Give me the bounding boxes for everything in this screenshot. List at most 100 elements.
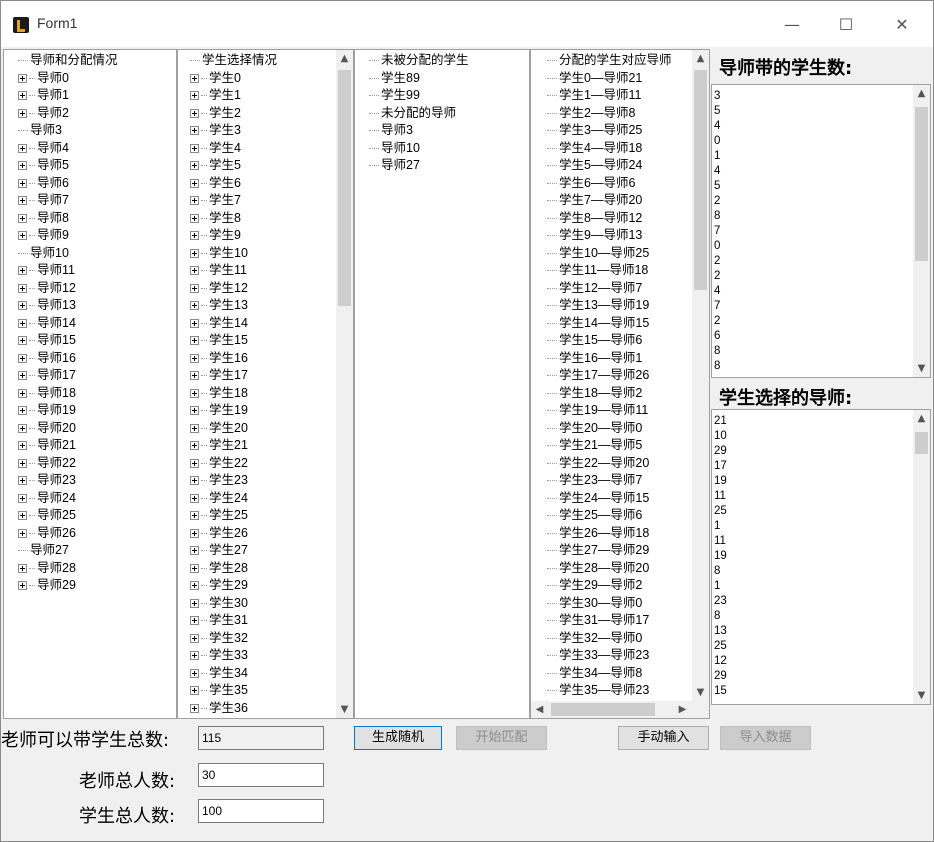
tree-node[interactable]: 学生17—导师26 — [547, 367, 672, 385]
expand-icon[interactable] — [190, 668, 199, 678]
tree-node[interactable]: 导师16 — [18, 350, 118, 368]
expand-icon[interactable] — [190, 563, 199, 573]
expand-icon[interactable] — [18, 283, 27, 293]
tree-node[interactable]: 学生26 — [190, 525, 277, 543]
expand-icon[interactable] — [190, 126, 199, 136]
scroll-right-arrow[interactable]: ▶ — [674, 701, 691, 718]
scroll-down-arrow[interactable]: ▼ — [692, 684, 709, 701]
tree-node[interactable]: 学生9 — [190, 227, 277, 245]
tree-node[interactable]: 导师29 — [18, 577, 118, 595]
memo-scrollbar[interactable]: ▲ ▼ — [913, 85, 930, 377]
tree-node[interactable]: 学生0 — [190, 70, 277, 88]
expand-icon[interactable] — [190, 248, 199, 258]
tree-node[interactable]: 学生9—导师13 — [547, 227, 672, 245]
expand-icon[interactable] — [18, 213, 27, 223]
tutor-tree-root[interactable]: 导师和分配情况 — [18, 52, 118, 70]
expand-icon[interactable] — [190, 441, 199, 451]
expand-icon[interactable] — [190, 493, 199, 503]
tutor-tree-panel[interactable]: 导师和分配情况 导师0 导师1 导师2 导师3 导师4 导师5 导师6 导师7 导师8 导师9 导师… — [3, 49, 177, 719]
tree-node[interactable]: 学生11 — [190, 262, 277, 280]
expand-icon[interactable] — [190, 318, 199, 328]
tree-node[interactable]: 学生28—导师20 — [547, 560, 672, 578]
student-tree-scrollbar[interactable]: ▲ ▼ — [336, 50, 353, 718]
close-button[interactable]: ✕ — [879, 1, 925, 47]
tree-node[interactable]: 未被分配的学生 — [369, 52, 469, 70]
expand-icon[interactable] — [190, 266, 199, 276]
student-tree-root[interactable]: 学生选择情况 — [190, 52, 277, 70]
scroll-up-arrow[interactable]: ▲ — [692, 50, 709, 67]
expand-icon[interactable] — [18, 73, 27, 83]
scroll-up-arrow[interactable]: ▲ — [913, 410, 930, 427]
assignment-tree-panel[interactable]: 分配的学生对应导师 学生0—导师21 学生1—导师11 学生2—导师8 学生3—导师2… — [530, 49, 710, 719]
expand-icon[interactable] — [190, 143, 199, 153]
expand-icon[interactable] — [18, 476, 27, 486]
expand-icon[interactable] — [18, 563, 27, 573]
tree-node[interactable]: 学生8 — [190, 210, 277, 228]
tree-node[interactable]: 学生31 — [190, 612, 277, 630]
expand-icon[interactable] — [190, 546, 199, 556]
tree-node[interactable]: 学生21—导师5 — [547, 437, 672, 455]
maximize-button[interactable]: ☐ — [823, 1, 869, 47]
tree-node[interactable]: 学生6 — [190, 175, 277, 193]
tree-node[interactable]: 学生7 — [190, 192, 277, 210]
expand-icon[interactable] — [190, 581, 199, 591]
tree-node[interactable]: 学生22 — [190, 455, 277, 473]
expand-icon[interactable] — [190, 371, 199, 381]
tutor-counts-memo[interactable]: 3 5 4 0 1 4 5 2 8 7 0 2 2 4 7 2 6 8 8 ▲ ▼ — [711, 84, 931, 378]
expand-icon[interactable] — [190, 301, 199, 311]
scroll-left-arrow[interactable]: ◀ — [531, 701, 548, 718]
tree-node[interactable]: 学生21 — [190, 437, 277, 455]
expand-icon[interactable] — [190, 458, 199, 468]
student-count-field[interactable]: 100 — [198, 799, 324, 823]
tree-node[interactable]: 导师3 — [369, 122, 469, 140]
tree-node[interactable]: 学生2—导师8 — [547, 105, 672, 123]
tree-node[interactable]: 导师5 — [18, 157, 118, 175]
tree-node[interactable]: 学生34—导师8 — [547, 665, 672, 683]
tree-node[interactable]: 学生10—导师25 — [547, 245, 672, 263]
expand-icon[interactable] — [18, 458, 27, 468]
tree-node[interactable]: 导师26 — [18, 525, 118, 543]
tree-node[interactable]: 学生12—导师7 — [547, 280, 672, 298]
expand-icon[interactable] — [18, 178, 27, 188]
scroll-down-arrow[interactable]: ▼ — [913, 360, 930, 377]
import-data-button[interactable]: 导入数据 — [720, 726, 811, 750]
tree-node[interactable]: 导师8 — [18, 210, 118, 228]
expand-icon[interactable] — [190, 423, 199, 433]
expand-icon[interactable] — [190, 476, 199, 486]
expand-icon[interactable] — [190, 213, 199, 223]
scroll-thumb[interactable] — [915, 107, 928, 261]
tree-node[interactable]: 学生19 — [190, 402, 277, 420]
tree-node[interactable]: 导师27 — [18, 542, 118, 560]
expand-icon[interactable] — [190, 616, 199, 626]
expand-icon[interactable] — [190, 633, 199, 643]
expand-icon[interactable] — [190, 651, 199, 661]
expand-icon[interactable] — [190, 108, 199, 118]
tree-node[interactable]: 学生18—导师2 — [547, 385, 672, 403]
expand-icon[interactable] — [190, 178, 199, 188]
tree-node[interactable]: 学生3 — [190, 122, 277, 140]
tree-node[interactable]: 导师22 — [18, 455, 118, 473]
capacity-field[interactable]: 115 — [198, 726, 324, 750]
tree-node[interactable]: 学生35 — [190, 682, 277, 700]
tree-node[interactable]: 学生23 — [190, 472, 277, 490]
student-tree-panel[interactable]: 学生选择情况 学生0 学生1 学生2 学生3 学生4 学生5 学生6 学生7 学生8 学生9 学生1… — [177, 49, 354, 719]
expand-icon[interactable] — [18, 493, 27, 503]
tree-node[interactable]: 导师25 — [18, 507, 118, 525]
tree-node[interactable]: 学生10 — [190, 245, 277, 263]
expand-icon[interactable] — [190, 91, 199, 101]
expand-icon[interactable] — [18, 511, 27, 521]
tree-node[interactable]: 导师1 — [18, 87, 118, 105]
expand-icon[interactable] — [18, 231, 27, 241]
tree-node[interactable]: 学生7—导师20 — [547, 192, 672, 210]
expand-icon[interactable] — [18, 528, 27, 538]
expand-icon[interactable] — [190, 528, 199, 538]
tree-node[interactable]: 导师7 — [18, 192, 118, 210]
minimize-button[interactable]: — — [769, 1, 815, 47]
tree-node[interactable]: 学生28 — [190, 560, 277, 578]
tree-node[interactable]: 学生24 — [190, 490, 277, 508]
tree-node[interactable]: 导师9 — [18, 227, 118, 245]
expand-icon[interactable] — [18, 301, 27, 311]
expand-icon[interactable] — [18, 266, 27, 276]
tree-node[interactable]: 学生35—导师23 — [547, 682, 672, 700]
tree-node[interactable]: 学生17 — [190, 367, 277, 385]
